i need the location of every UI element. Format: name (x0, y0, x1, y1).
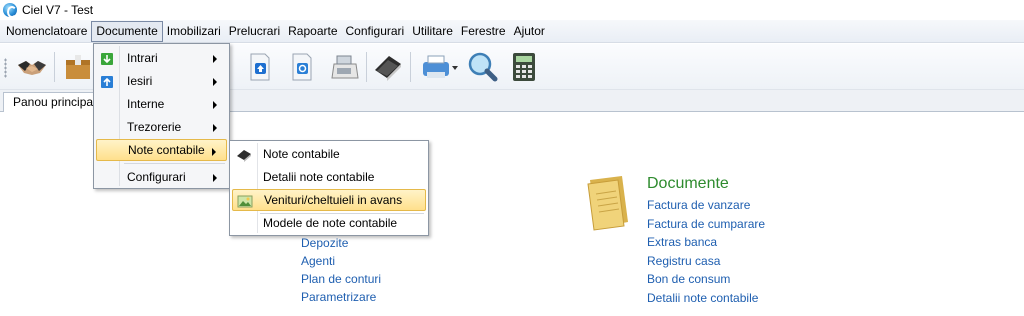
menu-nomenclatoare[interactable]: Nomenclatoare (2, 21, 91, 42)
menu-item-label: Venituri/cheltuieli in avans (264, 193, 403, 207)
menu-prelucrari[interactable]: Prelucrari (225, 21, 284, 42)
menu-item-label: Modele de note contabile (263, 216, 398, 230)
submenu-arrow-icon (213, 78, 217, 86)
link-agenti[interactable]: Agenti (301, 254, 335, 268)
submenu-item-venituri-cheltuieli-avans[interactable]: Venituri/cheltuieli in avans (232, 189, 426, 211)
submenu-item-note-contabile[interactable]: Note contabile (232, 143, 426, 165)
menu-item-label: Note contabile (263, 147, 340, 161)
refresh-doc-icon[interactable] (284, 49, 320, 85)
menu-item-label: Detalii note contabile (263, 170, 375, 184)
menu-ferestre[interactable]: Ferestre (457, 21, 510, 42)
menu-item-label: Trezorerie (127, 120, 182, 134)
app-logo-icon (3, 3, 17, 18)
menu-item-interne[interactable]: Interne (96, 93, 227, 115)
menu-label: Nomenclatoare (6, 23, 88, 38)
submenu-item-modele-note-contabile[interactable]: Modele de note contabile (232, 212, 426, 234)
tab-label: Panou principal (13, 95, 96, 109)
submenu-arrow-icon (213, 101, 217, 109)
link-plan-de-conturi[interactable]: Plan de conturi (301, 272, 381, 286)
link-factura-cumparare[interactable]: Factura de cumparare (647, 217, 765, 231)
landscape-image-icon (237, 194, 253, 208)
print-dropdown-arrow-icon[interactable] (452, 66, 458, 70)
link-registru-casa[interactable]: Registru casa (647, 254, 720, 268)
menu-item-configurari[interactable]: Configurari (96, 166, 227, 188)
title-bar: Ciel V7 - Test (0, 0, 1024, 20)
submenu-arrow-icon (213, 55, 217, 63)
submenu-arrow-icon (212, 148, 216, 156)
documents-folder-icon (584, 176, 632, 235)
link-detalii-note-contabile[interactable]: Detalii note contabile (647, 291, 758, 305)
handshake-icon[interactable] (14, 49, 50, 85)
menu-item-label: Configurari (127, 170, 186, 184)
link-bon-consum[interactable]: Bon de consum (647, 272, 730, 286)
window-title: Ciel V7 - Test (22, 3, 94, 17)
link-factura-vanzare[interactable]: Factura de vanzare (647, 198, 750, 212)
menu-bar: Nomenclatoare Documente Imobilizari Prel… (0, 20, 1024, 43)
menu-rapoarte[interactable]: Rapoarte (284, 21, 341, 42)
menu-label: Documente (96, 23, 158, 38)
documente-dropdown: Intrari Iesiri Interne Trezorerie Note c… (93, 43, 230, 189)
menu-label: Ajutor (513, 23, 545, 38)
menu-item-note-contabile[interactable]: Note contabile (96, 139, 227, 161)
search-icon[interactable] (464, 49, 500, 85)
book-icon[interactable] (370, 49, 406, 85)
menu-item-label: Interne (127, 97, 165, 111)
book-icon (236, 147, 251, 162)
package-icon[interactable] (60, 49, 96, 85)
menu-item-intrari[interactable]: Intrari (96, 47, 227, 69)
intrari-icon (100, 51, 114, 65)
cash-register-icon[interactable] (326, 49, 362, 85)
menu-ajutor[interactable]: Ajutor (510, 21, 549, 42)
note-contabile-submenu: Note contabile Detalii note contabile Ve… (229, 140, 429, 236)
app-window: Ciel V7 - Test Nomenclatoare Documente I… (0, 0, 1024, 316)
menu-label: Prelucrari (228, 23, 281, 38)
toolbar-grip-icon[interactable] (4, 58, 7, 78)
link-parametrizare[interactable]: Parametrizare (301, 290, 376, 304)
menu-configurari[interactable]: Configurari (342, 21, 409, 42)
print-icon[interactable] (418, 49, 454, 85)
link-depozite[interactable]: Depozite (301, 236, 348, 250)
submenu-arrow-icon (213, 174, 217, 182)
menu-item-label: Intrari (127, 51, 158, 65)
menu-documente[interactable]: Documente (91, 20, 163, 42)
menu-item-label: Iesiri (127, 74, 153, 88)
menu-separator (124, 163, 225, 164)
link-extras-banca[interactable]: Extras banca (647, 235, 717, 249)
iesiri-icon (100, 74, 114, 88)
calculator-icon[interactable] (506, 49, 542, 85)
menu-label: Rapoarte (288, 23, 338, 38)
menu-label: Imobilizari (166, 23, 221, 38)
submenu-item-detalii-note-contabile[interactable]: Detalii note contabile (232, 166, 426, 188)
menu-label: Configurari (345, 23, 405, 38)
menu-item-trezorerie[interactable]: Trezorerie (96, 116, 227, 138)
menu-utilitare[interactable]: Utilitare (408, 21, 457, 42)
menu-label: Utilitare (412, 23, 453, 38)
menu-label: Ferestre (460, 23, 506, 38)
section-title-documente: Documente (647, 175, 729, 192)
menu-imobilizari[interactable]: Imobilizari (163, 21, 225, 42)
tab-panou-principal[interactable]: Panou principal (3, 92, 106, 113)
menu-item-label: Note contabile (128, 143, 205, 157)
menu-item-iesiri[interactable]: Iesiri (96, 70, 227, 92)
submenu-arrow-icon (213, 124, 217, 132)
upload-doc-icon[interactable] (242, 49, 278, 85)
